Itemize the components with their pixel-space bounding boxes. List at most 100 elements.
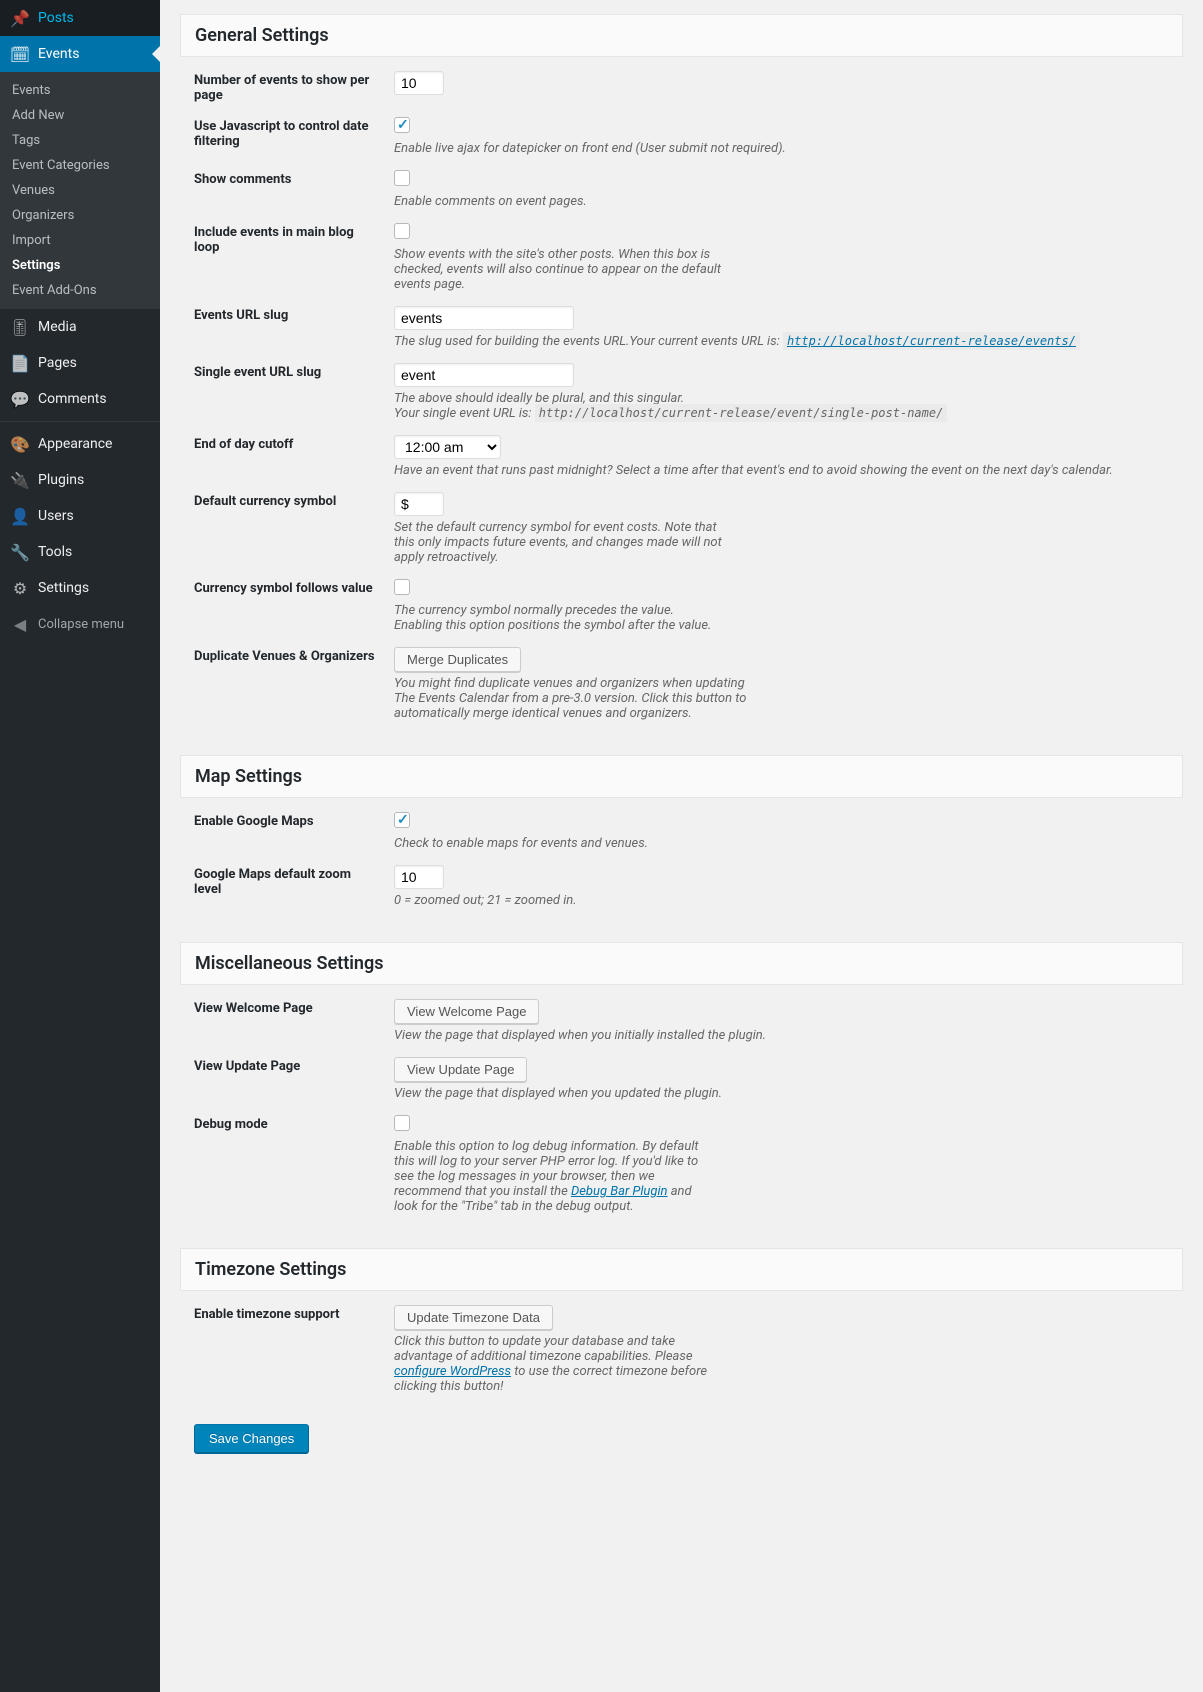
misc-settings-header: Miscellaneous Settings bbox=[180, 942, 1183, 985]
submenu-organizers[interactable]: Organizers bbox=[0, 203, 160, 228]
events-slug-help: The slug used for building the events UR… bbox=[394, 334, 1169, 349]
currency-follow-checkbox[interactable] bbox=[394, 579, 410, 595]
menu-tools[interactable]: 🔧 Tools bbox=[0, 534, 160, 570]
dup-label: Duplicate Venues & Organizers bbox=[194, 647, 394, 664]
enable-maps-checkbox[interactable] bbox=[394, 812, 410, 828]
include-loop-label: Include events in main blog loop bbox=[194, 223, 394, 255]
events-slug-label: Events URL slug bbox=[194, 306, 394, 323]
menu-appearance-label: Appearance bbox=[38, 436, 112, 452]
currency-help: Set the default currency symbol for even… bbox=[394, 520, 734, 565]
menu-pages[interactable]: 📄 Pages bbox=[0, 345, 160, 381]
save-changes-button[interactable]: Save Changes bbox=[194, 1424, 309, 1453]
currency-label: Default currency symbol bbox=[194, 492, 394, 509]
configure-wp-link[interactable]: configure WordPress bbox=[394, 1364, 511, 1379]
num-events-label: Number of events to show per page bbox=[194, 71, 394, 103]
view-welcome-button[interactable]: View Welcome Page bbox=[394, 999, 539, 1024]
eod-label: End of day cutoff bbox=[194, 435, 394, 452]
view-update-button[interactable]: View Update Page bbox=[394, 1057, 527, 1082]
num-events-input[interactable] bbox=[394, 71, 444, 95]
admin-sidebar: 📌 Posts 🗓 Events Events Add New Tags Eve… bbox=[0, 0, 160, 1692]
js-filter-checkbox[interactable] bbox=[394, 117, 410, 133]
page-icon: 📄 bbox=[10, 353, 30, 373]
currency-input[interactable] bbox=[394, 492, 444, 516]
plugin-icon: 🔌 bbox=[10, 470, 30, 490]
calendar-icon: 🗓 bbox=[10, 44, 30, 64]
misc-settings-title: Miscellaneous Settings bbox=[195, 953, 1168, 974]
single-slug-label: Single event URL slug bbox=[194, 363, 394, 380]
settings-content: General Settings Number of events to sho… bbox=[160, 0, 1203, 1692]
general-settings-header: General Settings bbox=[180, 14, 1183, 57]
js-filter-help: Enable live ajax for datepicker on front… bbox=[394, 141, 954, 156]
menu-settings-label: Settings bbox=[38, 580, 89, 596]
map-settings-header: Map Settings bbox=[180, 755, 1183, 798]
submenu-venues[interactable]: Venues bbox=[0, 178, 160, 203]
js-filter-label: Use Javascript to control date filtering bbox=[194, 117, 394, 149]
update-timezone-button[interactable]: Update Timezone Data bbox=[394, 1305, 553, 1330]
submenu-events[interactable]: Events bbox=[0, 78, 160, 103]
menu-posts-label: Posts bbox=[38, 10, 74, 26]
currency-follow-label: Currency symbol follows value bbox=[194, 579, 394, 596]
menu-media-label: Media bbox=[38, 319, 77, 335]
menu-users[interactable]: 👤 Users bbox=[0, 498, 160, 534]
single-slug-url: http://localhost/current-release/event/s… bbox=[535, 404, 948, 422]
submenu-tags[interactable]: Tags bbox=[0, 128, 160, 153]
collapse-label: Collapse menu bbox=[38, 617, 124, 632]
menu-comments[interactable]: 💬 Comments bbox=[0, 381, 160, 417]
tz-enable-label: Enable timezone support bbox=[194, 1305, 394, 1322]
menu-events[interactable]: 🗓 Events bbox=[0, 36, 160, 72]
menu-appearance[interactable]: 🎨 Appearance bbox=[0, 426, 160, 462]
appearance-icon: 🎨 bbox=[10, 434, 30, 454]
debug-help: Enable this option to log debug informat… bbox=[394, 1139, 714, 1214]
zoom-input[interactable] bbox=[394, 865, 444, 889]
tz-settings-title: Timezone Settings bbox=[195, 1259, 1168, 1280]
currency-follow-help: The currency symbol normally precedes th… bbox=[394, 603, 714, 633]
submenu-import[interactable]: Import bbox=[0, 228, 160, 253]
menu-settings[interactable]: ⚙ Settings bbox=[0, 570, 160, 606]
map-settings-title: Map Settings bbox=[195, 766, 1168, 787]
dup-help: You might find duplicate venues and orga… bbox=[394, 676, 754, 721]
debug-bar-link[interactable]: Debug Bar Plugin bbox=[571, 1184, 668, 1199]
enable-maps-label: Enable Google Maps bbox=[194, 812, 394, 829]
menu-events-label: Events bbox=[38, 46, 79, 62]
update-label: View Update Page bbox=[194, 1057, 394, 1074]
gear-icon: ⚙ bbox=[10, 578, 30, 598]
events-slug-input[interactable] bbox=[394, 306, 574, 330]
eod-select[interactable]: 12:00 am bbox=[394, 435, 501, 459]
menu-users-label: Users bbox=[38, 508, 74, 524]
comment-icon: 💬 bbox=[10, 389, 30, 409]
welcome-help: View the page that displayed when you in… bbox=[394, 1028, 954, 1043]
menu-plugins-label: Plugins bbox=[38, 472, 84, 488]
general-settings-title: General Settings bbox=[195, 25, 1168, 46]
zoom-help: 0 = zoomed out; 21 = zoomed in. bbox=[394, 893, 954, 908]
include-loop-checkbox[interactable] bbox=[394, 223, 410, 239]
single-slug-help: The above should ideally be plural, and … bbox=[394, 391, 1169, 421]
events-slug-url-link[interactable]: http://localhost/current-release/events/ bbox=[783, 332, 1080, 350]
menu-posts[interactable]: 📌 Posts bbox=[0, 0, 160, 36]
collapse-icon: ◀ bbox=[10, 614, 30, 634]
debug-checkbox[interactable] bbox=[394, 1115, 410, 1131]
menu-media[interactable]: 🎚 Media bbox=[0, 309, 160, 345]
zoom-label: Google Maps default zoom level bbox=[194, 865, 394, 897]
single-slug-input[interactable] bbox=[394, 363, 574, 387]
submenu-event-addons[interactable]: Event Add-Ons bbox=[0, 278, 160, 303]
pushpin-icon: 📌 bbox=[10, 8, 30, 28]
merge-duplicates-button[interactable]: Merge Duplicates bbox=[394, 647, 521, 672]
media-icon: 🎚 bbox=[10, 317, 30, 337]
menu-plugins[interactable]: 🔌 Plugins bbox=[0, 462, 160, 498]
collapse-menu[interactable]: ◀ Collapse menu bbox=[0, 606, 160, 642]
events-submenu: Events Add New Tags Event Categories Ven… bbox=[0, 72, 160, 309]
welcome-label: View Welcome Page bbox=[194, 999, 394, 1016]
menu-tools-label: Tools bbox=[38, 544, 72, 560]
debug-label: Debug mode bbox=[194, 1115, 394, 1132]
user-icon: 👤 bbox=[10, 506, 30, 526]
submenu-add-new[interactable]: Add New bbox=[0, 103, 160, 128]
submenu-settings[interactable]: Settings bbox=[0, 253, 160, 278]
include-loop-help: Show events with the site's other posts.… bbox=[394, 247, 734, 292]
menu-separator bbox=[0, 421, 160, 422]
eod-help: Have an event that runs past midnight? S… bbox=[394, 463, 1169, 478]
show-comments-checkbox[interactable] bbox=[394, 170, 410, 186]
menu-pages-label: Pages bbox=[38, 355, 77, 371]
submenu-event-categories[interactable]: Event Categories bbox=[0, 153, 160, 178]
menu-comments-label: Comments bbox=[38, 391, 107, 407]
tz-settings-header: Timezone Settings bbox=[180, 1248, 1183, 1291]
